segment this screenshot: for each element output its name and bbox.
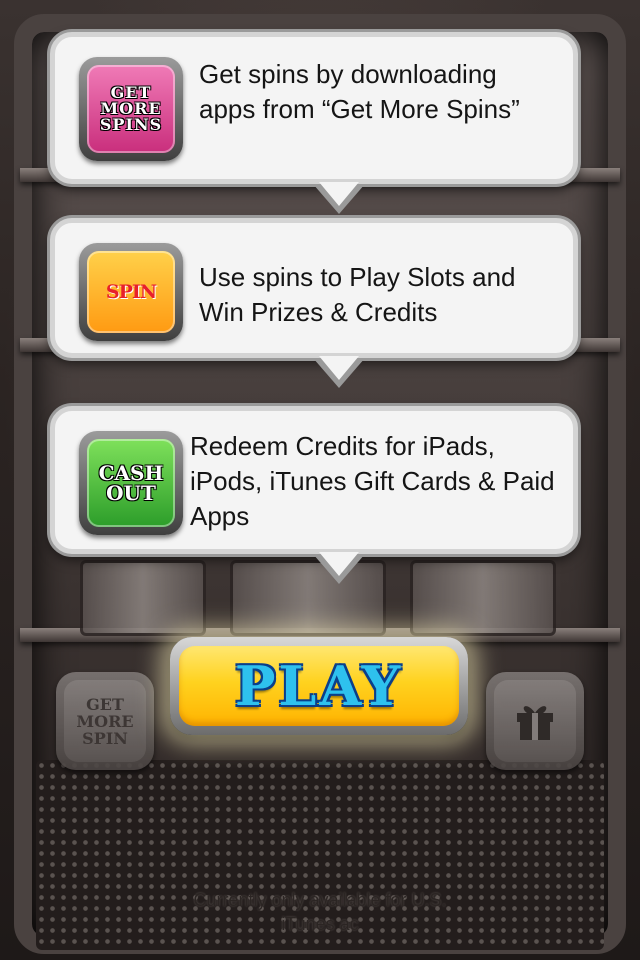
- button-label: GET: [86, 694, 124, 714]
- get-more-spins-button[interactable]: GET MORE SPIN: [56, 672, 154, 770]
- callout-spin: SPIN Use spins to Play Slots and Win Pri…: [50, 218, 578, 388]
- button-label: SPIN: [82, 728, 128, 748]
- footer-line: iTunes ac: [281, 914, 359, 934]
- callout-cash-out: CASH OUT Redeem Credits for iPads, iPods…: [50, 406, 578, 584]
- footer-line: Currently only available for U.S.: [193, 890, 447, 910]
- get-more-spins-icon: GET MORE SPINS: [79, 57, 183, 161]
- icon-text: OUT: [106, 481, 156, 505]
- button-label: MORE: [76, 711, 134, 731]
- reel-window: [410, 560, 556, 636]
- play-button[interactable]: PLAY: [170, 637, 468, 735]
- gift-icon: [513, 699, 557, 743]
- availability-notice: Currently only available for U.S. iTunes…: [40, 888, 600, 936]
- callout-arrow: [319, 552, 359, 576]
- callout-arrow: [319, 356, 359, 380]
- callout-text: Get spins by downloading apps from “Get …: [199, 59, 520, 124]
- callout-text: Use spins to Play Slots and Win Prizes &…: [199, 262, 516, 327]
- callout-arrow: [319, 182, 359, 206]
- spin-icon: SPIN: [79, 243, 183, 341]
- play-label: PLAY: [234, 654, 404, 718]
- reel-window: [80, 560, 206, 636]
- icon-text: SPINS: [99, 115, 163, 134]
- callout-text: Redeem Credits for iPads, iPods, iTunes …: [190, 431, 555, 531]
- icon-text: SPIN: [105, 280, 157, 303]
- callout-get-more-spins: GET MORE SPINS Get spins by downloading …: [50, 32, 578, 214]
- icon-text: CASH: [98, 461, 164, 485]
- gift-button[interactable]: [486, 672, 584, 770]
- cash-out-icon: CASH OUT: [79, 431, 183, 535]
